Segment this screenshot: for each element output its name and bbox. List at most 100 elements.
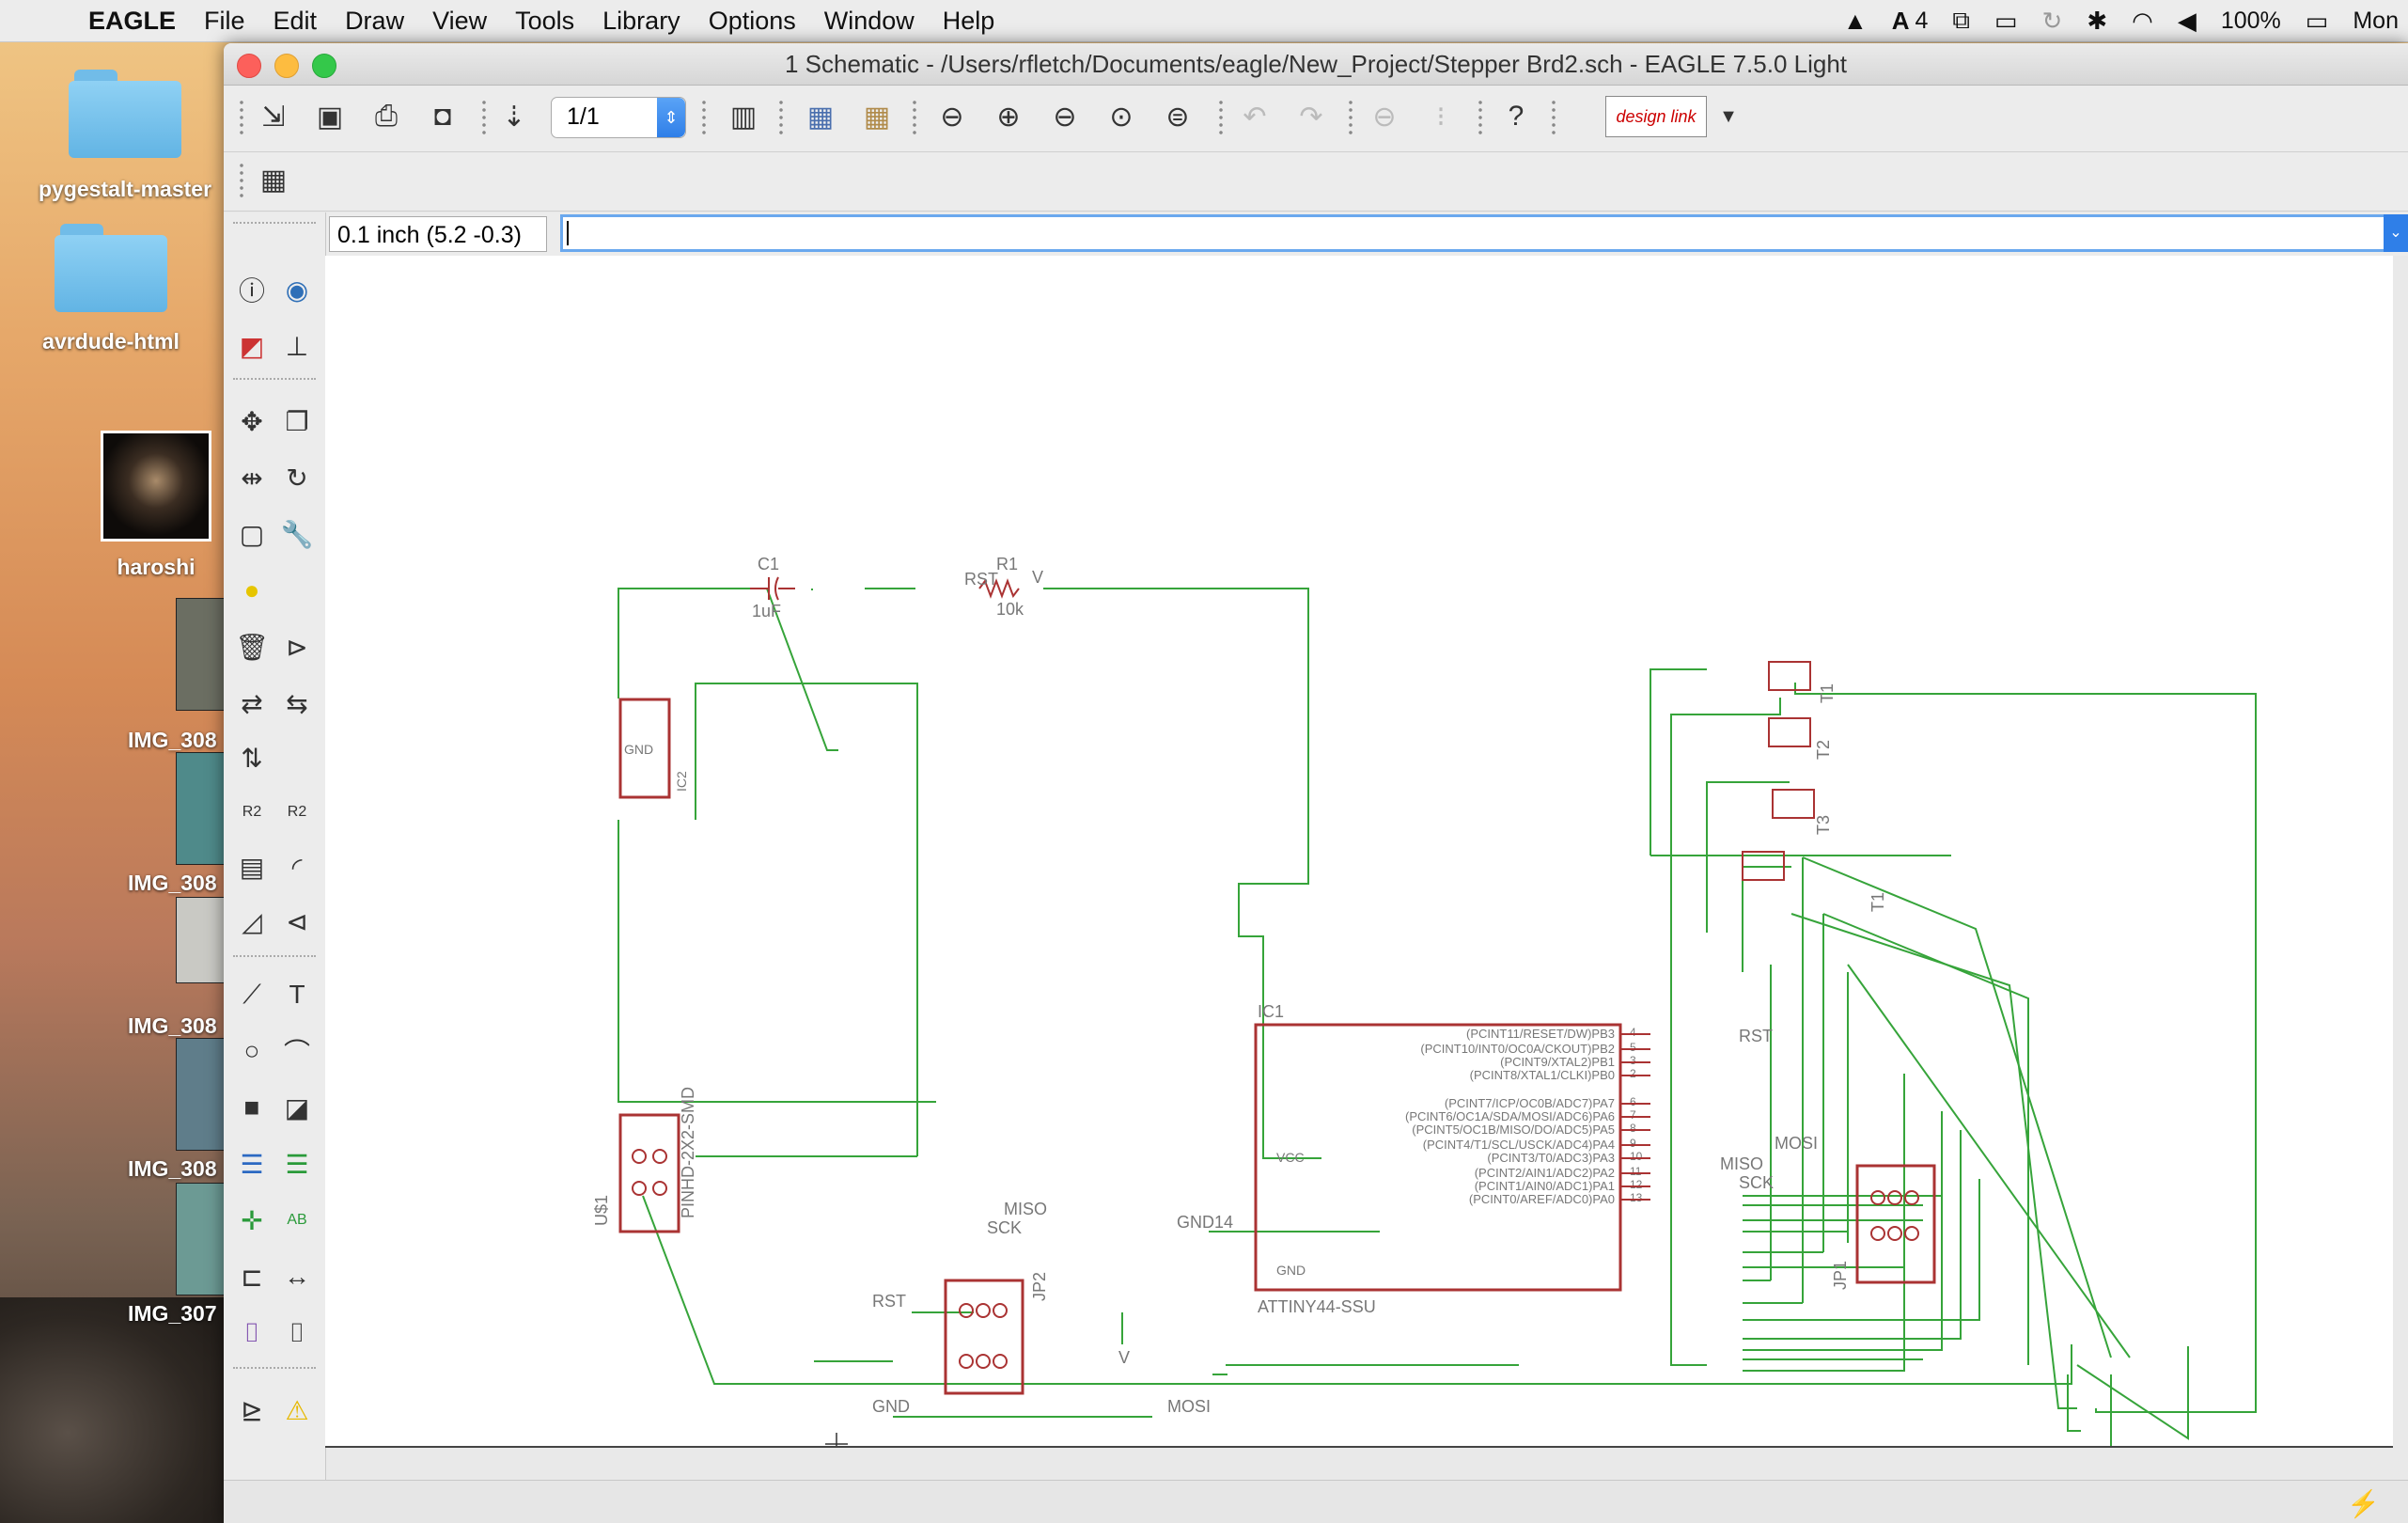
toolbar-grip[interactable]	[778, 99, 784, 138]
invoke-icon[interactable]: ⇅	[233, 739, 271, 777]
menu-help[interactable]: Help	[943, 7, 995, 36]
menubar-clock[interactable]: Mon	[2353, 8, 2399, 35]
adobe-cc-icon[interactable]: A	[1892, 7, 1910, 36]
toolbar-grip[interactable]	[912, 99, 917, 138]
zoom-in-icon[interactable]: ⊕	[987, 95, 1030, 138]
optimize-icon[interactable]: ⊲	[278, 903, 316, 940]
design-link-button[interactable]: design link	[1605, 96, 1707, 137]
toolbar-grip[interactable]	[1218, 99, 1224, 138]
wire-icon[interactable]: ⟋	[233, 976, 271, 1013]
script-dropdown-icon[interactable]: ▦	[799, 95, 842, 138]
desktop-thumbnail[interactable]	[176, 752, 228, 865]
google-drive-icon[interactable]: ▲	[1843, 7, 1868, 36]
show-eye-icon[interactable]: ◉	[278, 271, 316, 308]
time-machine-icon[interactable]: ↻	[2042, 7, 2063, 36]
replace-icon[interactable]: ⇄	[233, 684, 271, 722]
open-file-icon[interactable]: ⇲	[252, 95, 295, 138]
desktop-folder-pygestalt[interactable]: pygestalt-master	[26, 68, 224, 202]
copy-icon[interactable]: ❐	[278, 402, 316, 440]
help-icon[interactable]: ?	[1494, 95, 1538, 138]
run-script-icon[interactable]: ⇣	[493, 95, 536, 138]
desktop-thumbnail[interactable]	[176, 1183, 228, 1295]
mirror-icon[interactable]: ⇹	[233, 459, 271, 496]
bus-icon[interactable]: ☰	[233, 1145, 271, 1183]
delete-icon[interactable]: 🗑	[233, 628, 271, 666]
circle-icon[interactable]: ○	[233, 1032, 271, 1070]
grid-icon[interactable]: ▦	[252, 158, 295, 201]
menu-view[interactable]: View	[432, 7, 487, 36]
schematic-canvas[interactable]: C1 1uF R1 10k RST V GND IC2 U$1 PINHD-2X…	[325, 256, 2393, 1448]
menu-library[interactable]: Library	[602, 7, 680, 36]
display-layers-icon[interactable]: ◩	[233, 327, 271, 365]
menu-file[interactable]: File	[204, 7, 245, 36]
screen-share-icon[interactable]: ⧉	[1952, 6, 1970, 36]
menu-draw[interactable]: Draw	[345, 7, 404, 36]
frame-icon[interactable]: ⌷	[233, 1314, 271, 1352]
toolbar-grip[interactable]	[1551, 99, 1556, 138]
sheet-selector[interactable]: 1/1 ⇕	[551, 97, 686, 138]
menu-edit[interactable]: Edit	[274, 7, 318, 36]
net-icon[interactable]: ☰	[278, 1145, 316, 1183]
toolbar-grip[interactable]	[239, 99, 244, 138]
wifi-icon[interactable]: ◠	[2132, 7, 2153, 36]
command-line-input[interactable]: ⌄	[560, 214, 2408, 252]
label-icon[interactable]: AB	[278, 1201, 316, 1239]
polygon-icon[interactable]: ◪	[278, 1089, 316, 1126]
bluetooth-icon[interactable]: ✱	[2087, 7, 2107, 36]
toolbar-grip[interactable]	[481, 99, 487, 138]
menu-options[interactable]: Options	[709, 7, 796, 36]
move-icon[interactable]: ✥	[233, 402, 271, 440]
zoom-out-icon[interactable]: ⊖	[1043, 95, 1087, 138]
dimension-icon[interactable]: ↔	[278, 1258, 316, 1295]
zoom-redraw-icon[interactable]: ⊜	[1156, 95, 1199, 138]
split-icon[interactable]: ◿	[233, 903, 271, 940]
chevron-down-icon[interactable]: ⌄	[2384, 214, 2408, 252]
erc-icon[interactable]: ⊵	[233, 1391, 271, 1429]
menu-window[interactable]: Window	[824, 7, 915, 36]
stepper-arrows-icon[interactable]: ⇕	[657, 98, 685, 137]
value-icon[interactable]: R2	[278, 793, 316, 831]
desktop-folder-avrdude[interactable]: avrdude-html	[17, 222, 205, 354]
desktop-image-haroshi[interactable]: haroshi	[90, 431, 222, 580]
undo-icon[interactable]: ↶	[1233, 95, 1276, 138]
go-icon[interactable]: ⁝	[1419, 95, 1462, 138]
smash-icon[interactable]: ▤	[233, 848, 271, 886]
capacitor-c1-symbol[interactable]	[750, 576, 795, 601]
mark-icon[interactable]: ⊥	[278, 327, 316, 365]
junction-icon[interactable]: ✛	[233, 1201, 271, 1239]
ulp-dropdown-icon[interactable]: ▦	[855, 95, 899, 138]
miter-icon[interactable]: ◜	[278, 848, 316, 886]
toolbar-grip[interactable]	[1348, 99, 1353, 138]
info-icon[interactable]: ⓘ	[233, 271, 271, 308]
gate-swap-icon[interactable]: ⇆	[278, 684, 316, 722]
name-icon[interactable]: R2	[233, 793, 271, 831]
arc-icon[interactable]: ⌒	[278, 1032, 316, 1070]
menu-tools[interactable]: Tools	[515, 7, 574, 36]
stop-icon[interactable]: ⊖	[1363, 95, 1406, 138]
add-part-icon[interactable]: ⊳	[278, 628, 316, 666]
save-icon[interactable]: ▣	[308, 95, 352, 138]
zoom-fit-icon[interactable]: ⊖	[930, 95, 974, 138]
toolbar-grip[interactable]	[701, 99, 707, 138]
rectangle-icon[interactable]: ■	[233, 1089, 271, 1126]
desktop-thumbnail[interactable]	[176, 598, 228, 711]
print-icon[interactable]: ⎙	[365, 95, 408, 138]
volume-icon[interactable]: ◀	[2178, 7, 2197, 36]
text-icon[interactable]: T	[278, 976, 316, 1013]
change-wrench-icon[interactable]: 🔧	[278, 515, 316, 553]
header-jp2-symbol[interactable]	[944, 1279, 1024, 1395]
attribute-icon[interactable]: ⊏	[233, 1258, 271, 1295]
modify-frame-icon[interactable]: ⌷	[278, 1314, 316, 1352]
airplay-icon[interactable]: ▭	[1994, 7, 2018, 36]
battery-icon[interactable]: ▭	[2306, 7, 2329, 36]
paste-icon[interactable]: ●	[233, 572, 271, 609]
cam-processor-icon[interactable]: ◘	[421, 95, 464, 138]
header-jp1-symbol[interactable]	[1855, 1164, 1936, 1284]
desktop-thumbnail[interactable]	[176, 897, 228, 983]
redo-icon[interactable]: ↷	[1290, 95, 1333, 138]
warning-icon[interactable]: ⚠	[278, 1391, 316, 1429]
ulp-icon[interactable]: ▥	[722, 95, 765, 138]
toolbar-grip[interactable]	[239, 162, 244, 201]
group-icon[interactable]: ▢	[233, 515, 271, 553]
menu-app-name[interactable]: EAGLE	[88, 7, 176, 36]
